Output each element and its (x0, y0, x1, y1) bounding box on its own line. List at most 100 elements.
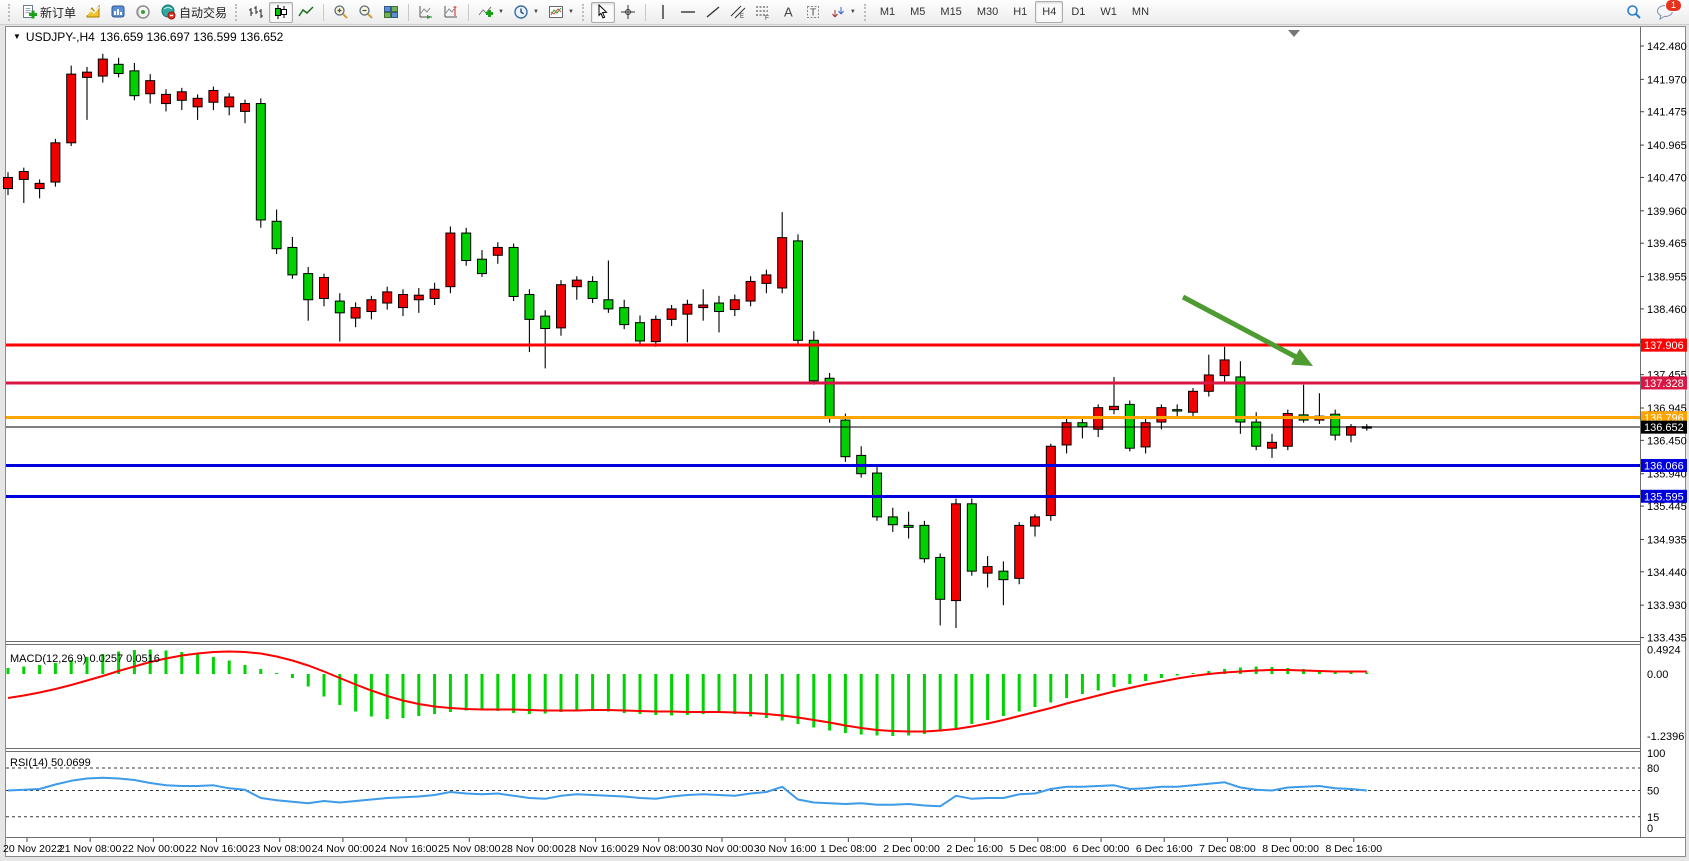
time-tick-label: 22 Nov 00:00 (122, 843, 185, 855)
timeframe-button-d1[interactable]: D1 (1064, 1, 1092, 23)
svg-text:A: A (784, 5, 793, 20)
timeframe-button-mn[interactable]: MN (1125, 1, 1156, 23)
time-tick-label: 5 Dec 08:00 (1010, 843, 1067, 855)
macd-histogram-bar (291, 674, 294, 678)
timeframe-button-h4[interactable]: H4 (1035, 1, 1063, 23)
timeframe-button-m30[interactable]: M30 (970, 1, 1005, 23)
macd-histogram-bar (591, 674, 594, 711)
macd-axis-label: 0.00 (1647, 669, 1668, 681)
macd-histogram-bar (560, 674, 563, 712)
macd-histogram-bar (891, 674, 894, 736)
svg-text:T: T (810, 8, 816, 19)
market-watch-button[interactable] (81, 2, 105, 23)
price-tick-label: 142.480 (1647, 41, 1687, 53)
auto-scroll-button[interactable] (414, 2, 438, 23)
price-tick-label: 139.960 (1647, 206, 1687, 218)
rsi-axis-label: 80 (1647, 763, 1659, 775)
macd-histogram-bar (465, 674, 468, 711)
price-tick-label: 140.470 (1647, 172, 1687, 184)
time-tick-label: 1 Dec 08:00 (820, 843, 877, 855)
new-order-button[interactable]: 新订单 (17, 2, 80, 23)
candle-up (241, 104, 250, 112)
chart-symbol-period: USDJPY-,H4 (26, 30, 95, 44)
price-tick-label: 139.465 (1647, 238, 1687, 250)
indicators-button[interactable]: ▼ (474, 2, 508, 23)
macd-histogram-bar (512, 674, 515, 713)
price-tick-label: 138.955 (1647, 272, 1687, 284)
candle-up (699, 305, 708, 308)
timeframe-button-w1[interactable]: W1 (1093, 1, 1124, 23)
vertical-line-tool-button[interactable] (651, 2, 675, 23)
symbol-dropdown-icon[interactable]: ▼ (13, 33, 21, 41)
bar-chart-button[interactable] (244, 2, 268, 23)
candle-up (683, 304, 692, 314)
chevron-down-icon: ▼ (498, 9, 504, 15)
zoom-out-button[interactable] (354, 2, 378, 23)
chat-button[interactable]: 1 (1652, 2, 1678, 23)
timeframe-button-m5[interactable]: M5 (903, 1, 932, 23)
arrows-icon (830, 4, 846, 20)
text-label-tool-button[interactable]: T (801, 2, 825, 23)
signals-button[interactable] (131, 2, 155, 23)
timeframe-button-m15[interactable]: M15 (933, 1, 968, 23)
horizontal-line-tool-button[interactable] (676, 2, 700, 23)
candle-down (888, 517, 897, 525)
macd-histogram-bar (1128, 674, 1131, 684)
autotrade-label: 自动交易 (179, 4, 227, 21)
macd-histogram-bar (623, 674, 626, 713)
time-tick-label: 30 Nov 16:00 (754, 843, 817, 855)
candle-down (636, 323, 645, 341)
candle-down (1125, 404, 1134, 448)
zoom-in-button[interactable] (329, 2, 353, 23)
fibonacci-tool-button[interactable]: F (751, 2, 775, 23)
price-badge-label: 136.652 (1644, 422, 1684, 434)
macd-histogram-bar (323, 674, 326, 697)
candle-up (209, 90, 218, 102)
autotrade-button[interactable]: 自动交易 (156, 2, 231, 23)
arrows-tool-button[interactable]: ▼ (826, 2, 860, 23)
line-chart-icon (298, 4, 314, 20)
tile-windows-button[interactable] (379, 2, 403, 23)
time-tick-label: 28 Nov 16:00 (564, 843, 627, 855)
chart-shift-button[interactable] (439, 2, 463, 23)
price-tick-label: 141.970 (1647, 74, 1687, 86)
market-depth-button[interactable] (106, 2, 130, 23)
text-label-icon: T (805, 4, 821, 20)
candle-down (715, 303, 724, 312)
candle-up (1031, 517, 1040, 526)
cursor-icon (595, 4, 611, 20)
timeframe-button-m1[interactable]: M1 (873, 1, 902, 23)
macd-histogram-bar (607, 674, 610, 712)
candle-up (193, 98, 202, 107)
templates-button[interactable]: ▼ (544, 2, 578, 23)
macd-histogram-bar (544, 674, 547, 714)
cursor-tool-button[interactable] (591, 2, 615, 23)
rsi-label: RSI(14) 50.0699 (10, 757, 91, 769)
crosshair-tool-button[interactable] (616, 2, 640, 23)
periods-button[interactable]: ▼ (509, 2, 543, 23)
chart-canvas[interactable]: 142.480141.970141.475140.965140.470139.9… (0, 26, 1689, 861)
candle-up (162, 94, 171, 103)
macd-histogram-bar (923, 674, 926, 734)
candle-up (98, 59, 107, 76)
timeframe-button-h1[interactable]: H1 (1006, 1, 1034, 23)
candle-chart-button[interactable] (269, 2, 293, 23)
rsi-axis-label: 50 (1647, 786, 1659, 798)
toolbar-right-group: 1 (1622, 2, 1684, 23)
candle-up (1347, 427, 1356, 436)
channel-tool-button[interactable]: E (726, 2, 750, 23)
candle-up (1220, 360, 1229, 376)
trendline-tool-button[interactable] (701, 2, 725, 23)
macd-histogram-bar (1002, 674, 1005, 716)
text-tool-button[interactable]: A (776, 2, 800, 23)
macd-histogram-bar (639, 674, 642, 714)
time-tick-label: 8 Dec 16:00 (1325, 843, 1382, 855)
search-button[interactable] (1622, 2, 1646, 23)
line-chart-button[interactable] (294, 2, 318, 23)
candle-down (967, 504, 976, 571)
macd-histogram-bar (7, 668, 10, 674)
candle-up (730, 300, 739, 310)
macd-histogram-bar (307, 674, 310, 687)
toolbar-grip (235, 4, 240, 21)
time-tick-label: 2 Dec 16:00 (946, 843, 1003, 855)
